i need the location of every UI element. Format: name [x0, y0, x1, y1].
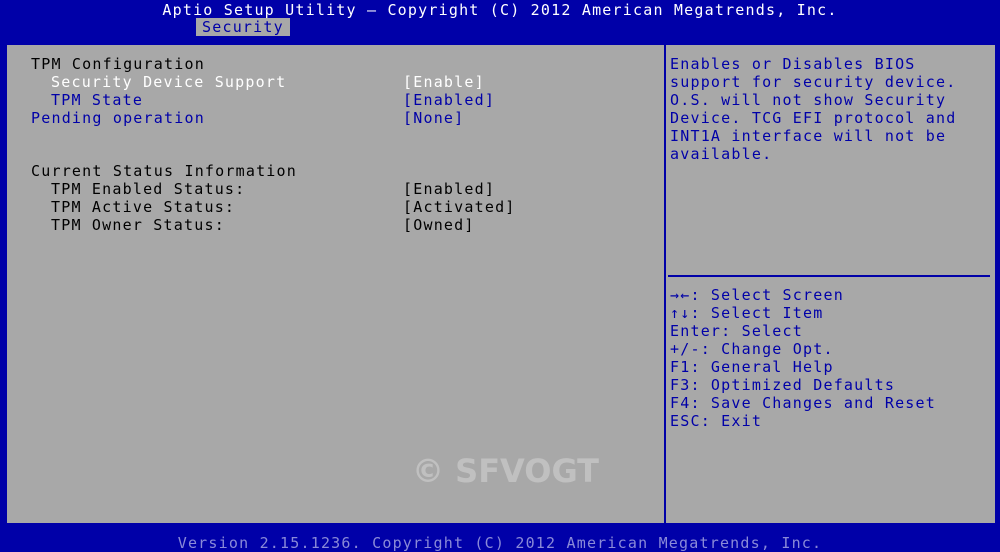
tab-security[interactable]: Security [196, 18, 290, 36]
key-select-screen: →←: Select Screen [670, 286, 844, 304]
help-separator [668, 275, 990, 277]
tpm-active-status-label: TPM Active Status: [51, 198, 236, 216]
key-save-reset: F4: Save Changes and Reset [670, 394, 936, 412]
key-select-item: ↑↓: Select Item [670, 304, 824, 322]
tpm-enabled-status-value: [Enabled] [403, 180, 496, 198]
key-general-help: F1: General Help [670, 358, 834, 376]
security-device-support-value[interactable]: [Enable] [403, 73, 485, 91]
tpm-enabled-status-label: TPM Enabled Status: [51, 180, 246, 198]
current-status-heading: Current Status Information [31, 162, 297, 180]
tpm-configuration-heading: TPM Configuration [31, 55, 205, 73]
key-legend: →←: Select Screen ↑↓: Select Item Enter:… [670, 286, 936, 430]
panel-divider [664, 45, 666, 523]
key-change-opt: +/-: Change Opt. [670, 340, 834, 358]
pending-operation-label[interactable]: Pending operation [31, 109, 205, 127]
help-description: Enables or Disables BIOS support for sec… [670, 55, 957, 163]
window-title: Aptio Setup Utility – Copyright (C) 2012… [162, 1, 838, 19]
pending-operation-value[interactable]: [None] [403, 109, 464, 127]
footer-version: Version 2.15.1236. Copyright (C) 2012 Am… [177, 534, 823, 552]
key-optimized-defaults: F3: Optimized Defaults [670, 376, 896, 394]
tpm-state-label[interactable]: TPM State [51, 91, 143, 109]
key-exit: ESC: Exit [670, 412, 763, 430]
key-enter-select: Enter: Select [670, 322, 803, 340]
tpm-owner-status-value: [Owned] [403, 216, 475, 234]
tpm-state-value[interactable]: [Enabled] [403, 91, 495, 109]
header-bar: Aptio Setup Utility – Copyright (C) 2012… [0, 0, 1000, 36]
watermark: © SFVOGT [412, 452, 599, 490]
security-device-support-label[interactable]: Security Device Support [51, 73, 286, 91]
tpm-active-status-value: [Activated] [403, 198, 516, 216]
tpm-owner-status-label: TPM Owner Status: [51, 216, 225, 234]
